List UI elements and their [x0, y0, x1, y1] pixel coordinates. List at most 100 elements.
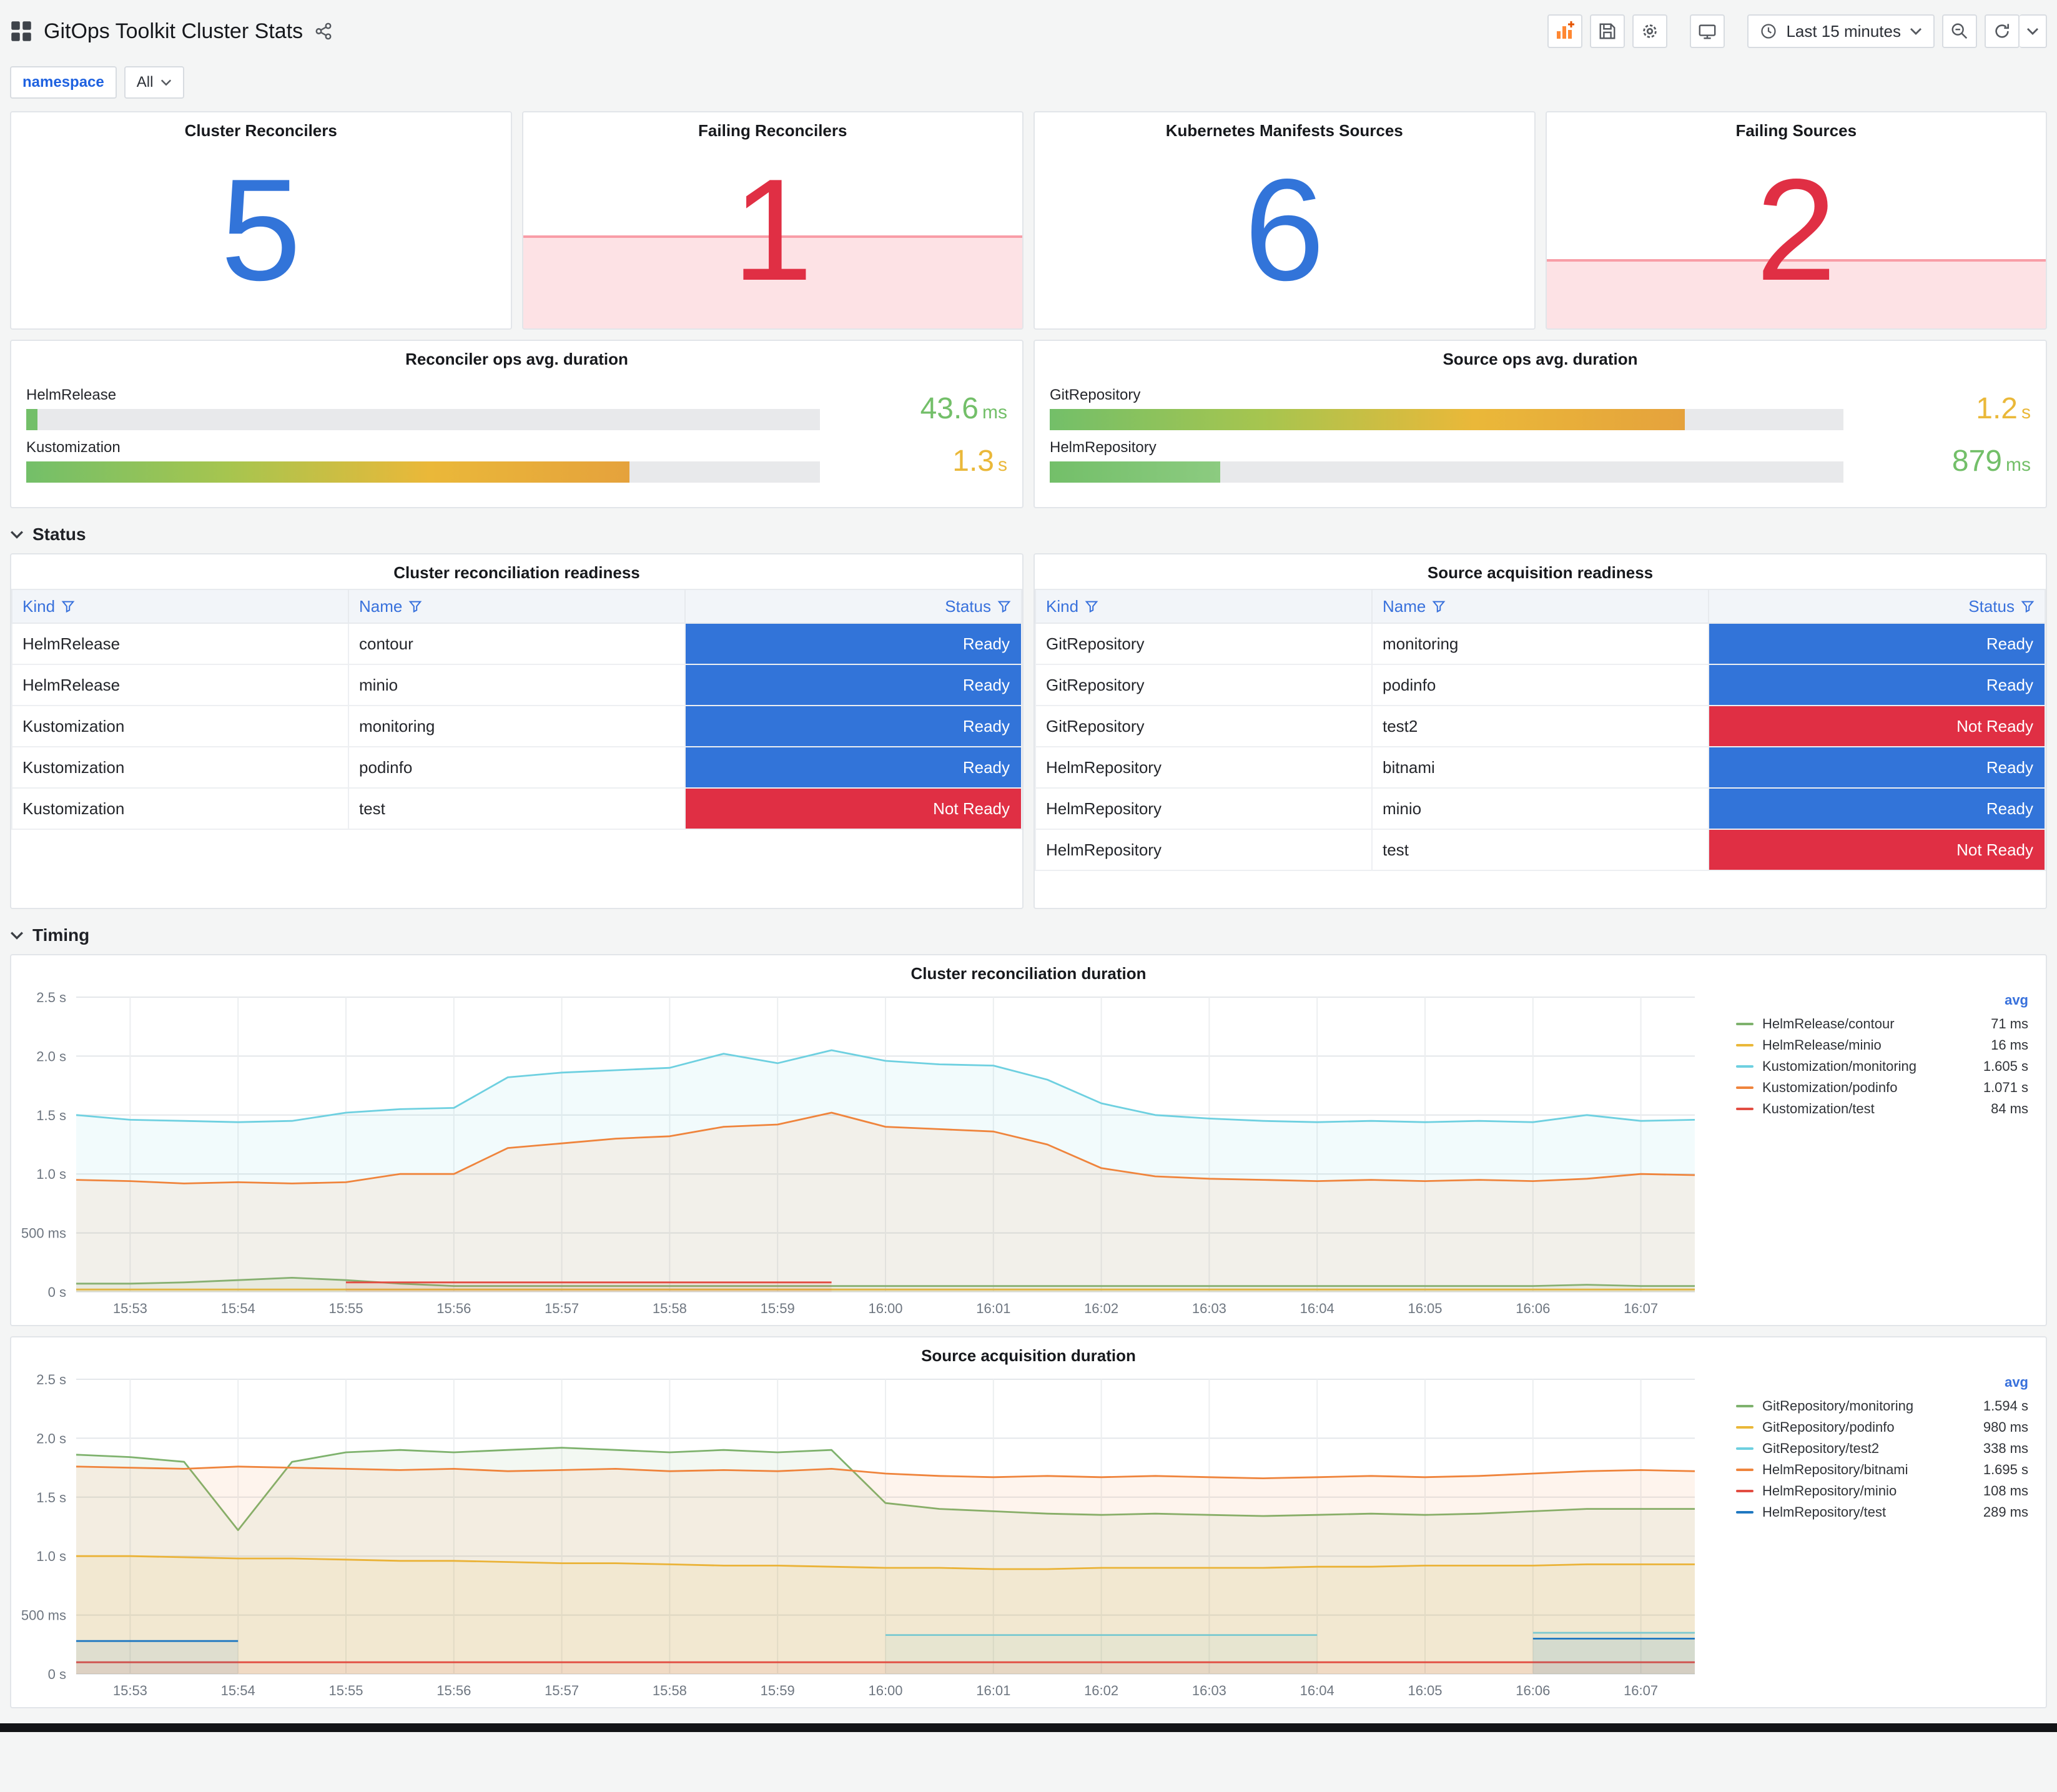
gauge-label: GitRepository	[1050, 386, 1141, 403]
legend-item: GitRepository/monitoring 1.594 s	[1736, 1396, 2028, 1417]
panel-title[interactable]: Source acquisition duration	[11, 1337, 2046, 1372]
svg-text:16:07: 16:07	[1624, 1301, 1658, 1316]
tables-row: Cluster reconciliation readiness Kind Name…	[10, 553, 2047, 909]
svg-text:16:00: 16:00	[868, 1683, 902, 1698]
legend-series-name[interactable]: HelmRelease/minio	[1762, 1037, 1982, 1053]
legend-series-name[interactable]: GitRepository/monitoring	[1762, 1398, 1975, 1414]
svg-text:15:54: 15:54	[221, 1301, 255, 1316]
legend-avg-header[interactable]: avg	[1736, 1374, 2028, 1396]
cell-status: Ready	[684, 746, 1022, 789]
column-header-kind[interactable]: Kind	[11, 589, 349, 624]
legend-avg-header[interactable]: avg	[1736, 992, 2028, 1013]
time-range-label: Last 15 minutes	[1786, 21, 1901, 41]
legend-item: Kustomization/podinfo 1.071 s	[1736, 1077, 2028, 1098]
add-panel-button[interactable]	[1547, 14, 1583, 48]
table-header: Kind Name Status	[1035, 589, 2046, 624]
refresh-interval-caret[interactable]	[2020, 14, 2047, 48]
chart-legend: avg GitRepository/monitoring 1.594 s GitRep…	[1724, 1372, 2038, 1701]
table-row: HelmRelease contour Ready	[11, 623, 1022, 665]
status-badge: Ready	[1709, 789, 2045, 829]
time-series-plot[interactable]: 0 s 500 ms 1.0 s 1.5 s 2.0 s 2.5 s 15:53 15:54 1…	[19, 1372, 1724, 1701]
table-panel: Cluster reconciliation readiness Kind Name…	[10, 553, 1024, 909]
svg-text:16:02: 16:02	[1084, 1301, 1118, 1316]
legend-series-avg: 980 ms	[1983, 1419, 2028, 1435]
column-header-status[interactable]: Status	[1708, 589, 2046, 624]
column-header-name[interactable]: Name	[348, 589, 686, 624]
gauge-value-unit: ms	[2006, 454, 2031, 475]
table-header-row: Kind Name Status	[11, 589, 1022, 624]
gauge-value-number: 43.6	[920, 391, 979, 425]
svg-text:15:54: 15:54	[221, 1683, 255, 1698]
legend-series-name[interactable]: HelmRepository/bitnami	[1762, 1462, 1975, 1478]
legend-series-avg: 1.605 s	[1983, 1058, 2028, 1074]
chart-body: 0 s 500 ms 1.0 s 1.5 s 2.0 s 2.5 s 15:53 15:54 1…	[11, 990, 2046, 1319]
column-header-kind[interactable]: Kind	[1035, 589, 1373, 624]
panel-title[interactable]: Cluster Reconcilers	[11, 112, 511, 147]
filter-funnel-icon[interactable]	[2021, 599, 2035, 613]
legend-series-avg: 1.594 s	[1983, 1398, 2028, 1414]
panel-title[interactable]: Cluster reconciliation duration	[11, 955, 2046, 990]
gauge-bar-fill	[1050, 409, 1685, 430]
filter-funnel-icon[interactable]	[1085, 599, 1098, 613]
legend-series-avg: 16 ms	[1991, 1037, 2028, 1053]
cell-status: Ready	[684, 664, 1022, 706]
gauge-value-number: 879	[1951, 444, 2002, 478]
filter-funnel-icon[interactable]	[408, 599, 422, 613]
legend-item: HelmRepository/bitnami 1.695 s	[1736, 1459, 2028, 1480]
legend-series-name[interactable]: Kustomization/podinfo	[1762, 1080, 1975, 1096]
cell-kind: HelmRepository	[1035, 829, 1373, 871]
legend-series-name[interactable]: Kustomization/test	[1762, 1101, 1982, 1117]
variables-bar: namespace All	[10, 66, 2047, 99]
panel-title[interactable]: Failing Sources	[1547, 112, 2046, 147]
dashboard-settings-button[interactable]	[1632, 14, 1668, 48]
refresh-button[interactable]	[1985, 14, 2020, 48]
time-range-picker[interactable]: Last 15 minutes	[1747, 14, 1935, 48]
section-timing-toggle[interactable]: Timing	[10, 925, 2047, 945]
panel-title[interactable]: Failing Reconcilers	[523, 112, 1023, 147]
legend-series-name[interactable]: Kustomization/monitoring	[1762, 1058, 1975, 1075]
gauge-bar-fill	[26, 461, 629, 483]
legend-series-name[interactable]: GitRepository/podinfo	[1762, 1419, 1975, 1435]
legend-series-mark	[1736, 1469, 1754, 1471]
save-dashboard-button[interactable]	[1590, 14, 1625, 48]
gauge-value: 1.3 s	[820, 444, 1007, 478]
panel-title[interactable]: Kubernetes Manifests Sources	[1035, 112, 1534, 147]
cell-kind: HelmRepository	[1035, 746, 1373, 789]
gauge-track	[1050, 409, 1843, 430]
legend-series-name[interactable]: HelmRepository/test	[1762, 1504, 1975, 1520]
time-series-plot[interactable]: 0 s 500 ms 1.0 s 1.5 s 2.0 s 2.5 s 15:53 15:54 1…	[19, 990, 1724, 1319]
panel-title[interactable]: Cluster reconciliation readiness	[11, 554, 1022, 589]
filter-funnel-icon[interactable]	[61, 599, 75, 613]
panel-title[interactable]: Source ops avg. duration	[1035, 341, 2046, 375]
zoom-out-button[interactable]	[1942, 14, 1977, 48]
panel-title[interactable]: Source acquisition readiness	[1035, 554, 2046, 589]
filter-funnel-icon[interactable]	[1432, 599, 1446, 613]
status-badge: Not Ready	[686, 789, 1021, 829]
legend-series-mark	[1736, 1023, 1754, 1025]
variable-namespace-label: namespace	[10, 66, 117, 99]
legend-series-name[interactable]: HelmRelease/contour	[1762, 1016, 1982, 1032]
column-header-status[interactable]: Status	[684, 589, 1022, 624]
legend-series-name[interactable]: HelmRepository/minio	[1762, 1483, 1975, 1499]
variable-namespace-value: All	[136, 74, 154, 91]
share-icon[interactable]	[314, 22, 333, 41]
dashboards-grid-icon[interactable]	[10, 20, 32, 42]
filter-funnel-icon[interactable]	[997, 599, 1011, 613]
bar-gauge-panel: Source ops avg. duration GitRepository 1.2…	[1033, 340, 2047, 508]
table-body: HelmRelease contour Ready HelmRelease minio R…	[11, 623, 1022, 830]
svg-text:16:06: 16:06	[1516, 1301, 1550, 1316]
column-header-inner: Name	[359, 597, 674, 616]
status-badge: Ready	[686, 665, 1021, 705]
section-status-toggle[interactable]: Status	[10, 524, 2047, 544]
variable-namespace-select[interactable]: All	[124, 66, 185, 99]
status-badge: Ready	[1709, 747, 2045, 787]
svg-text:1.5 s: 1.5 s	[36, 1490, 66, 1505]
tv-mode-button[interactable]	[1690, 14, 1725, 48]
legend-series-name[interactable]: GitRepository/test2	[1762, 1440, 1975, 1457]
table-row: GitRepository podinfo Ready	[1035, 664, 2046, 706]
svg-text:16:01: 16:01	[976, 1301, 1010, 1316]
column-header-name[interactable]: Name	[1371, 589, 1709, 624]
status-badge: Ready	[686, 747, 1021, 787]
panel-title[interactable]: Reconciler ops avg. duration	[11, 341, 1022, 375]
stat-panel: Failing Reconcilers 1	[521, 111, 1024, 330]
